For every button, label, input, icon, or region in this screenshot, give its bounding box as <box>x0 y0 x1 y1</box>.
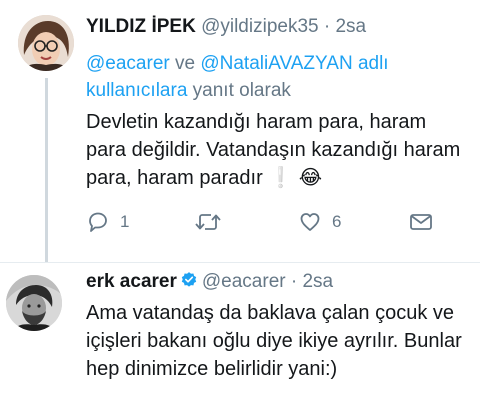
reply-icon <box>89 212 107 232</box>
tweet-time[interactable]: · 2sa <box>291 271 333 292</box>
avatar[interactable] <box>6 275 62 331</box>
display-name[interactable]: erk acarer <box>86 271 177 292</box>
reply-mention-eacarer[interactable]: @eacarer <box>86 53 170 74</box>
user-handle[interactable]: @eacarer <box>202 271 286 292</box>
retweet-button[interactable] <box>194 206 232 238</box>
mail-icon <box>410 214 432 230</box>
thread-line <box>45 78 48 262</box>
verified-badge-icon <box>181 272 197 287</box>
reply-button[interactable]: 1 <box>86 206 129 238</box>
display-name[interactable]: YILDIZ İPEK <box>86 16 196 37</box>
retweet-icon <box>195 214 221 230</box>
tweet-text: Devletin kazandığı haram para, haram par… <box>86 108 471 192</box>
tweet-header: erk acarer @eacarer · 2sa <box>86 269 333 295</box>
exclamation-emoji: ❕ <box>268 167 294 189</box>
reply-connector: ve <box>169 53 201 74</box>
share-dm-button[interactable] <box>408 206 434 238</box>
reply-mention-nataliavazyan[interactable]: @NataliAVAZYAN <box>200 53 352 74</box>
reply-suffix: yanıt olarak <box>187 80 291 101</box>
tweet-header: YILDIZ İPEK @yildizipek35 · 2sa <box>86 14 366 40</box>
tweet-actions: 1 6 <box>86 206 446 238</box>
user-handle[interactable]: @yildizipek35 <box>201 16 319 37</box>
tweet-time[interactable]: · 2sa <box>324 16 366 37</box>
reply-count: 1 <box>120 212 130 231</box>
tweet-erk-acarer[interactable]: erk acarer @eacarer · 2sa Ama vatandaş d… <box>0 262 480 401</box>
tweet-text: Ama vatandaş da baklava çalan çocuk ve i… <box>86 302 462 380</box>
tweet-yildiz-ipek[interactable]: YILDIZ İPEK @yildizipek35 · 2sa @eacarer… <box>0 0 480 262</box>
heart-icon <box>300 213 320 231</box>
like-count: 6 <box>332 212 342 231</box>
laughing-emoji: 😂 <box>298 167 323 189</box>
avatar[interactable] <box>18 15 74 71</box>
replying-to: @eacarer ve @NataliAVAZYAN adlı kullanıc… <box>86 50 466 104</box>
like-button[interactable]: 6 <box>298 206 341 238</box>
